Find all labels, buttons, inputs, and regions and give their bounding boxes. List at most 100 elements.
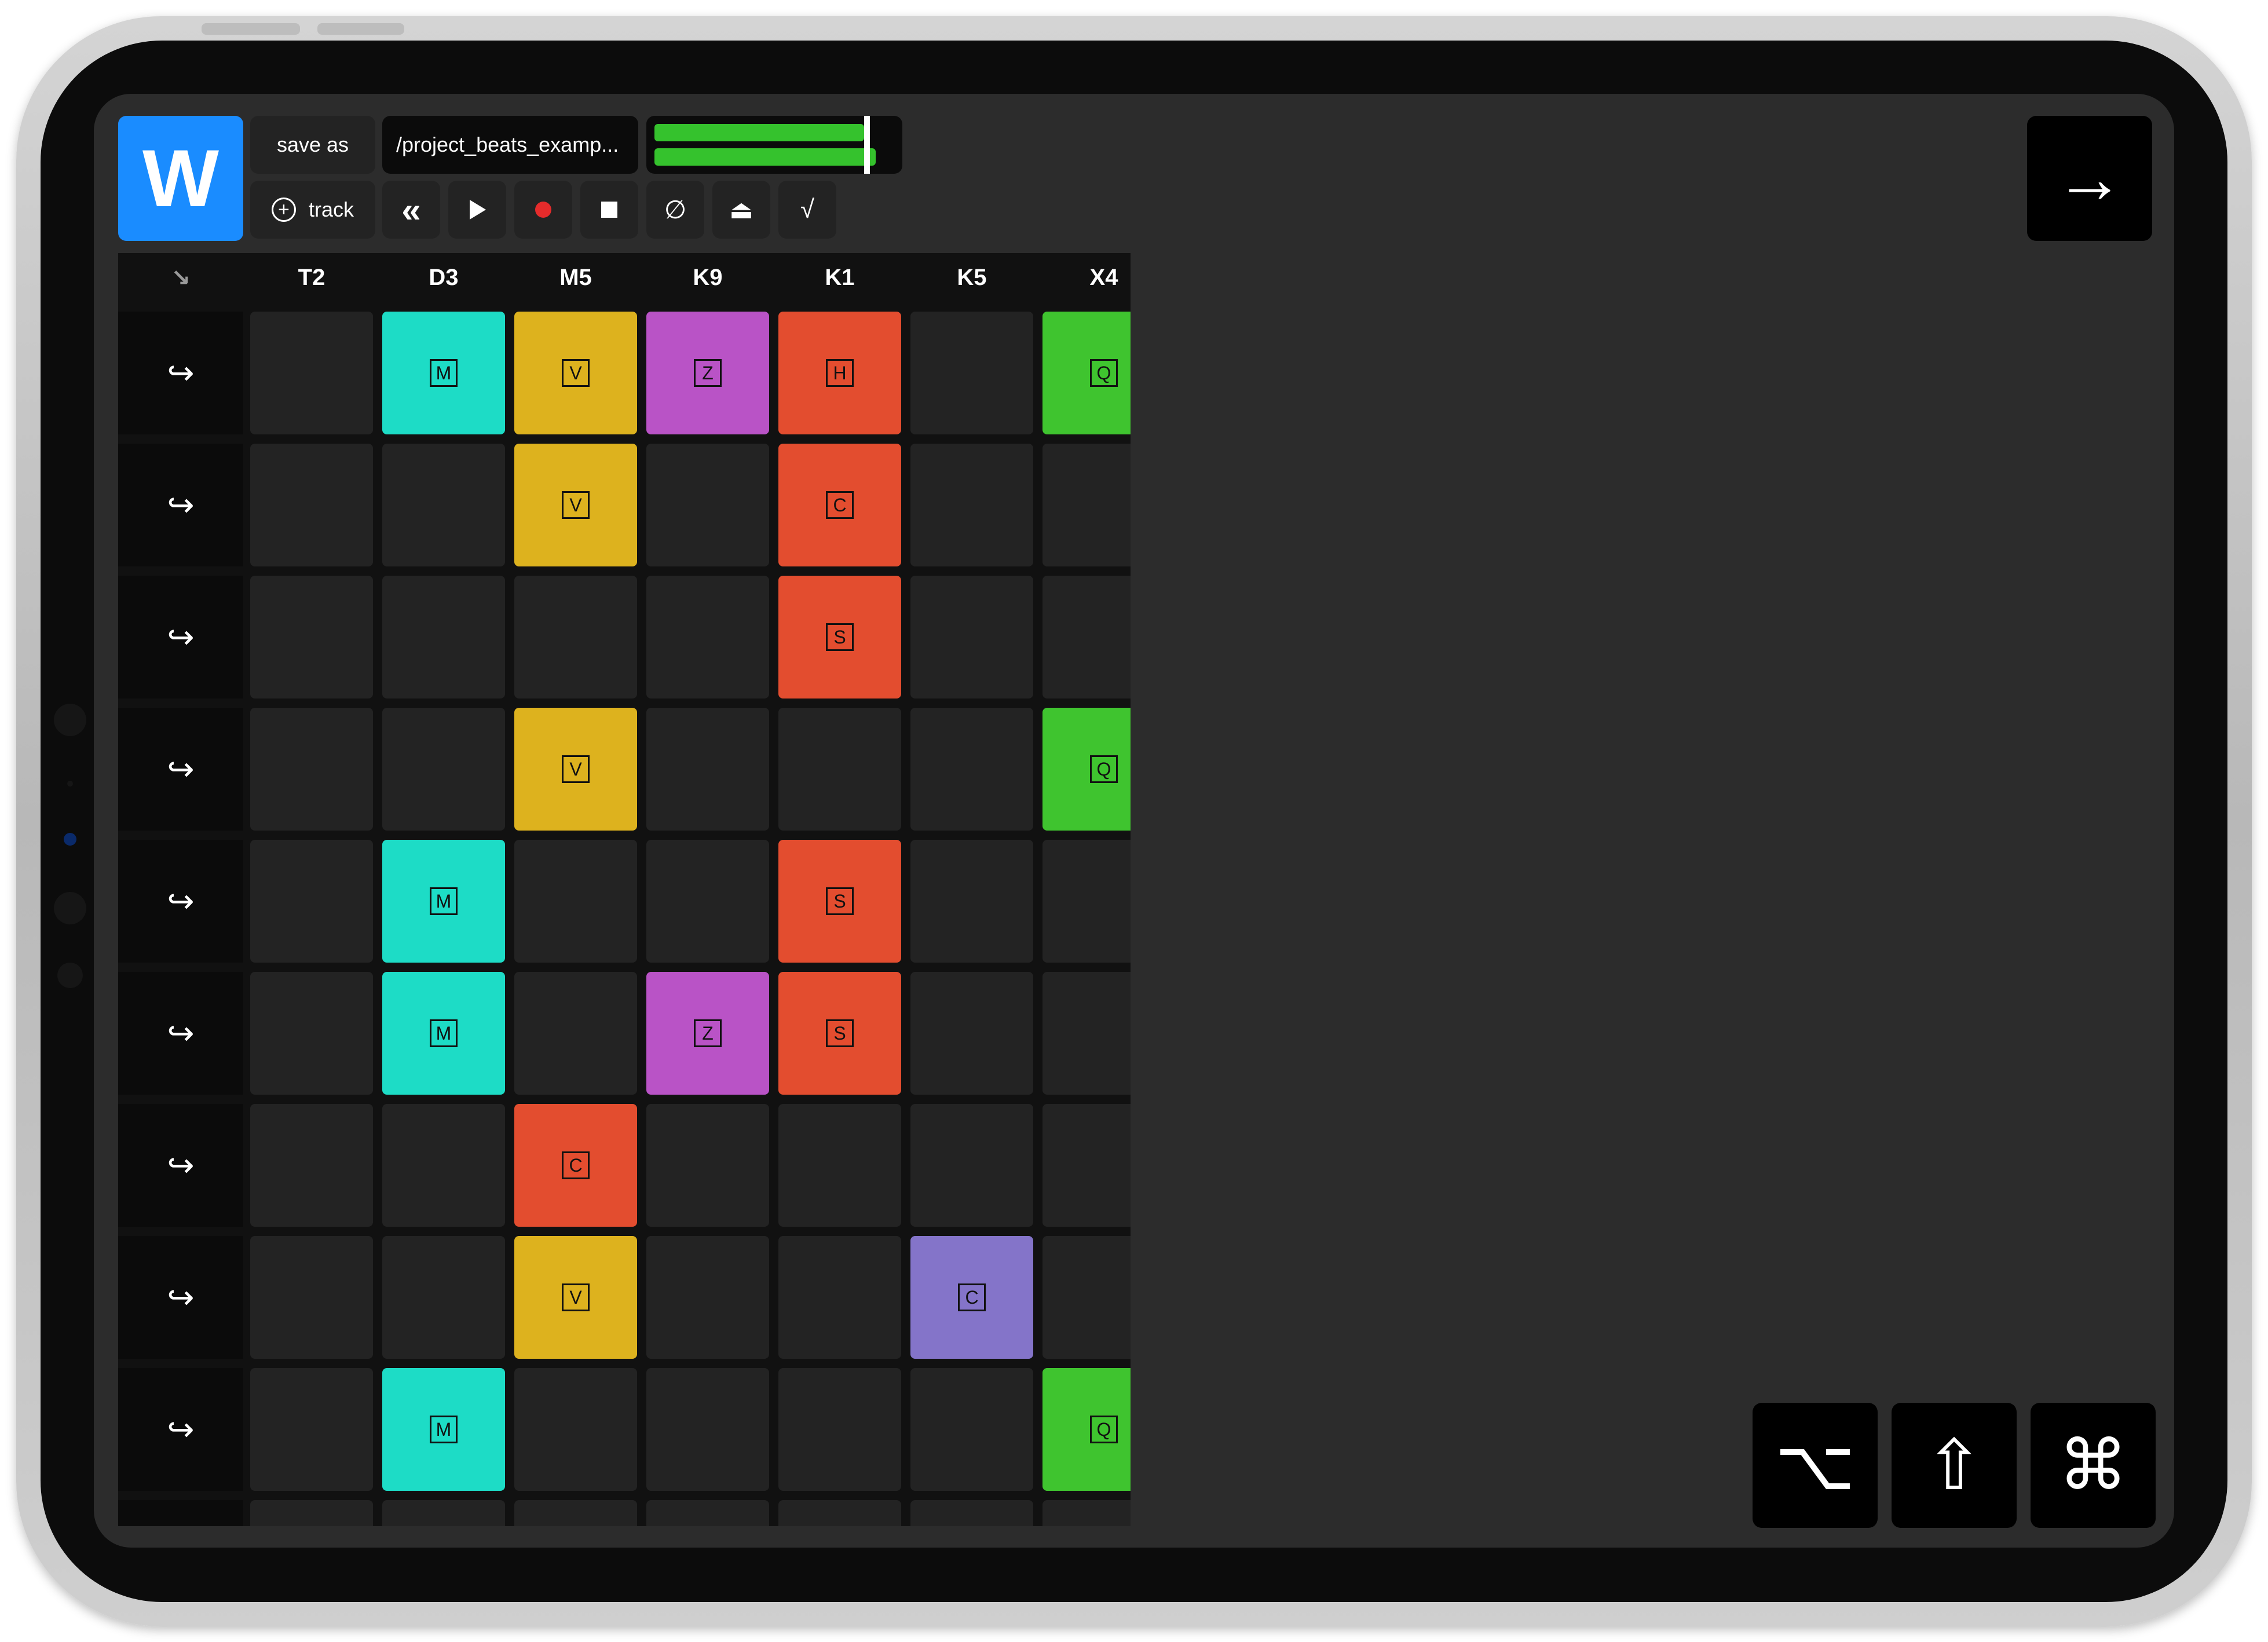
clip-cell[interactable]: H [778, 312, 901, 434]
empty-cell[interactable] [382, 1104, 505, 1227]
clip-cell[interactable]: Z [646, 972, 769, 1095]
clip-cell[interactable]: M [382, 312, 505, 434]
scene-launch-button[interactable]: ↪ [118, 444, 243, 566]
clip-cell[interactable]: Q [1042, 312, 1131, 434]
scene-launch-button[interactable]: ↪ [118, 708, 243, 831]
empty-cell[interactable] [250, 1104, 373, 1227]
column-header[interactable]: D3 [382, 253, 505, 302]
stop-button[interactable] [580, 181, 638, 239]
scene-launch-button[interactable]: ↪ [118, 1500, 243, 1526]
shift-key[interactable]: ⇧ [1892, 1403, 2017, 1528]
play-button[interactable] [448, 181, 506, 239]
empty-cell[interactable] [250, 312, 373, 434]
option-key[interactable]: ⌥ [1753, 1403, 1878, 1528]
column-header[interactable]: K5 [910, 253, 1033, 302]
eject-button[interactable]: ⏏ [712, 181, 770, 239]
empty-cell[interactable] [910, 444, 1033, 566]
clip-cell[interactable]: S [778, 576, 901, 699]
clear-button[interactable]: ∅ [646, 181, 704, 239]
empty-cell[interactable] [910, 708, 1033, 831]
empty-cell[interactable] [250, 708, 373, 831]
scene-launch-button[interactable]: ↪ [118, 1104, 243, 1227]
empty-cell[interactable] [250, 1500, 373, 1526]
empty-cell[interactable] [910, 576, 1033, 699]
empty-cell[interactable] [250, 1368, 373, 1491]
scene-launch-button[interactable]: ↪ [118, 312, 243, 434]
column-header[interactable]: K9 [646, 253, 769, 302]
add-track-button[interactable]: + track [250, 181, 375, 239]
rewind-button[interactable]: « [382, 181, 440, 239]
empty-cell[interactable] [514, 972, 637, 1095]
clip-cell[interactable]: C [910, 1236, 1033, 1359]
empty-cell[interactable] [514, 840, 637, 963]
empty-cell[interactable] [382, 444, 505, 566]
empty-cell[interactable] [910, 1104, 1033, 1227]
empty-cell[interactable] [1042, 1104, 1131, 1227]
corner-icon[interactable]: ↘ [118, 253, 243, 302]
empty-cell[interactable] [250, 1236, 373, 1359]
project-path-field[interactable]: /project_beats_examp... [382, 116, 638, 174]
scene-launch-button[interactable]: ↪ [118, 576, 243, 699]
empty-cell[interactable] [646, 576, 769, 699]
empty-cell[interactable] [646, 1368, 769, 1491]
empty-cell[interactable] [646, 1236, 769, 1359]
clip-cell[interactable]: M [382, 840, 505, 963]
empty-cell[interactable] [646, 708, 769, 831]
clip-cell[interactable]: S [778, 840, 901, 963]
column-header[interactable]: X4 [1042, 253, 1131, 302]
empty-cell[interactable] [778, 708, 901, 831]
scene-launch-button[interactable]: ↪ [118, 1368, 243, 1491]
meter-playhead[interactable] [864, 116, 870, 174]
empty-cell[interactable] [1042, 1236, 1131, 1359]
clip-cell[interactable]: Z [646, 312, 769, 434]
empty-cell[interactable] [1042, 840, 1131, 963]
empty-cell[interactable] [646, 444, 769, 566]
empty-cell[interactable] [910, 1368, 1033, 1491]
save-as-button[interactable]: save as [250, 116, 375, 174]
confirm-button[interactable]: √ [778, 181, 836, 239]
clip-cell[interactable]: C [778, 444, 901, 566]
empty-cell[interactable] [1042, 444, 1131, 566]
record-button[interactable] [514, 181, 572, 239]
empty-cell[interactable] [514, 576, 637, 699]
clip-cell[interactable]: M [382, 1368, 505, 1491]
empty-cell[interactable] [1042, 576, 1131, 699]
empty-cell[interactable] [514, 1368, 637, 1491]
empty-cell[interactable] [382, 1500, 505, 1526]
empty-cell[interactable] [646, 1500, 769, 1526]
app-logo[interactable]: W [118, 116, 243, 241]
empty-cell[interactable] [514, 1500, 637, 1526]
scene-launch-button[interactable]: ↪ [118, 972, 243, 1095]
empty-cell[interactable] [910, 972, 1033, 1095]
empty-cell[interactable] [382, 576, 505, 699]
clip-cell[interactable]: C [514, 1104, 637, 1227]
empty-cell[interactable] [250, 840, 373, 963]
empty-cell[interactable] [382, 1236, 505, 1359]
clip-cell[interactable]: V [514, 444, 637, 566]
empty-cell[interactable] [250, 444, 373, 566]
clip-cell[interactable]: V [514, 312, 637, 434]
next-button[interactable]: → [2027, 116, 2152, 241]
scene-launch-button[interactable]: ↪ [118, 840, 243, 963]
clip-cell[interactable]: S [778, 972, 901, 1095]
column-header[interactable]: K1 [778, 253, 901, 302]
empty-cell[interactable] [910, 312, 1033, 434]
clip-cell[interactable]: V [514, 1236, 637, 1359]
clip-cell[interactable]: V [514, 708, 637, 831]
empty-cell[interactable] [778, 1368, 901, 1491]
column-header[interactable]: T2 [250, 253, 373, 302]
empty-cell[interactable] [1042, 972, 1131, 1095]
empty-cell[interactable] [382, 708, 505, 831]
empty-cell[interactable] [1042, 1500, 1131, 1526]
empty-cell[interactable] [646, 840, 769, 963]
command-key[interactable]: ⌘ [2031, 1403, 2156, 1528]
clip-cell[interactable]: M [382, 972, 505, 1095]
empty-cell[interactable] [910, 1500, 1033, 1526]
empty-cell[interactable] [910, 840, 1033, 963]
empty-cell[interactable] [646, 1104, 769, 1227]
scene-launch-button[interactable]: ↪ [118, 1236, 243, 1359]
column-header[interactable]: M5 [514, 253, 637, 302]
empty-cell[interactable] [250, 972, 373, 1095]
empty-cell[interactable] [778, 1500, 901, 1526]
clip-cell[interactable]: Q [1042, 708, 1131, 831]
